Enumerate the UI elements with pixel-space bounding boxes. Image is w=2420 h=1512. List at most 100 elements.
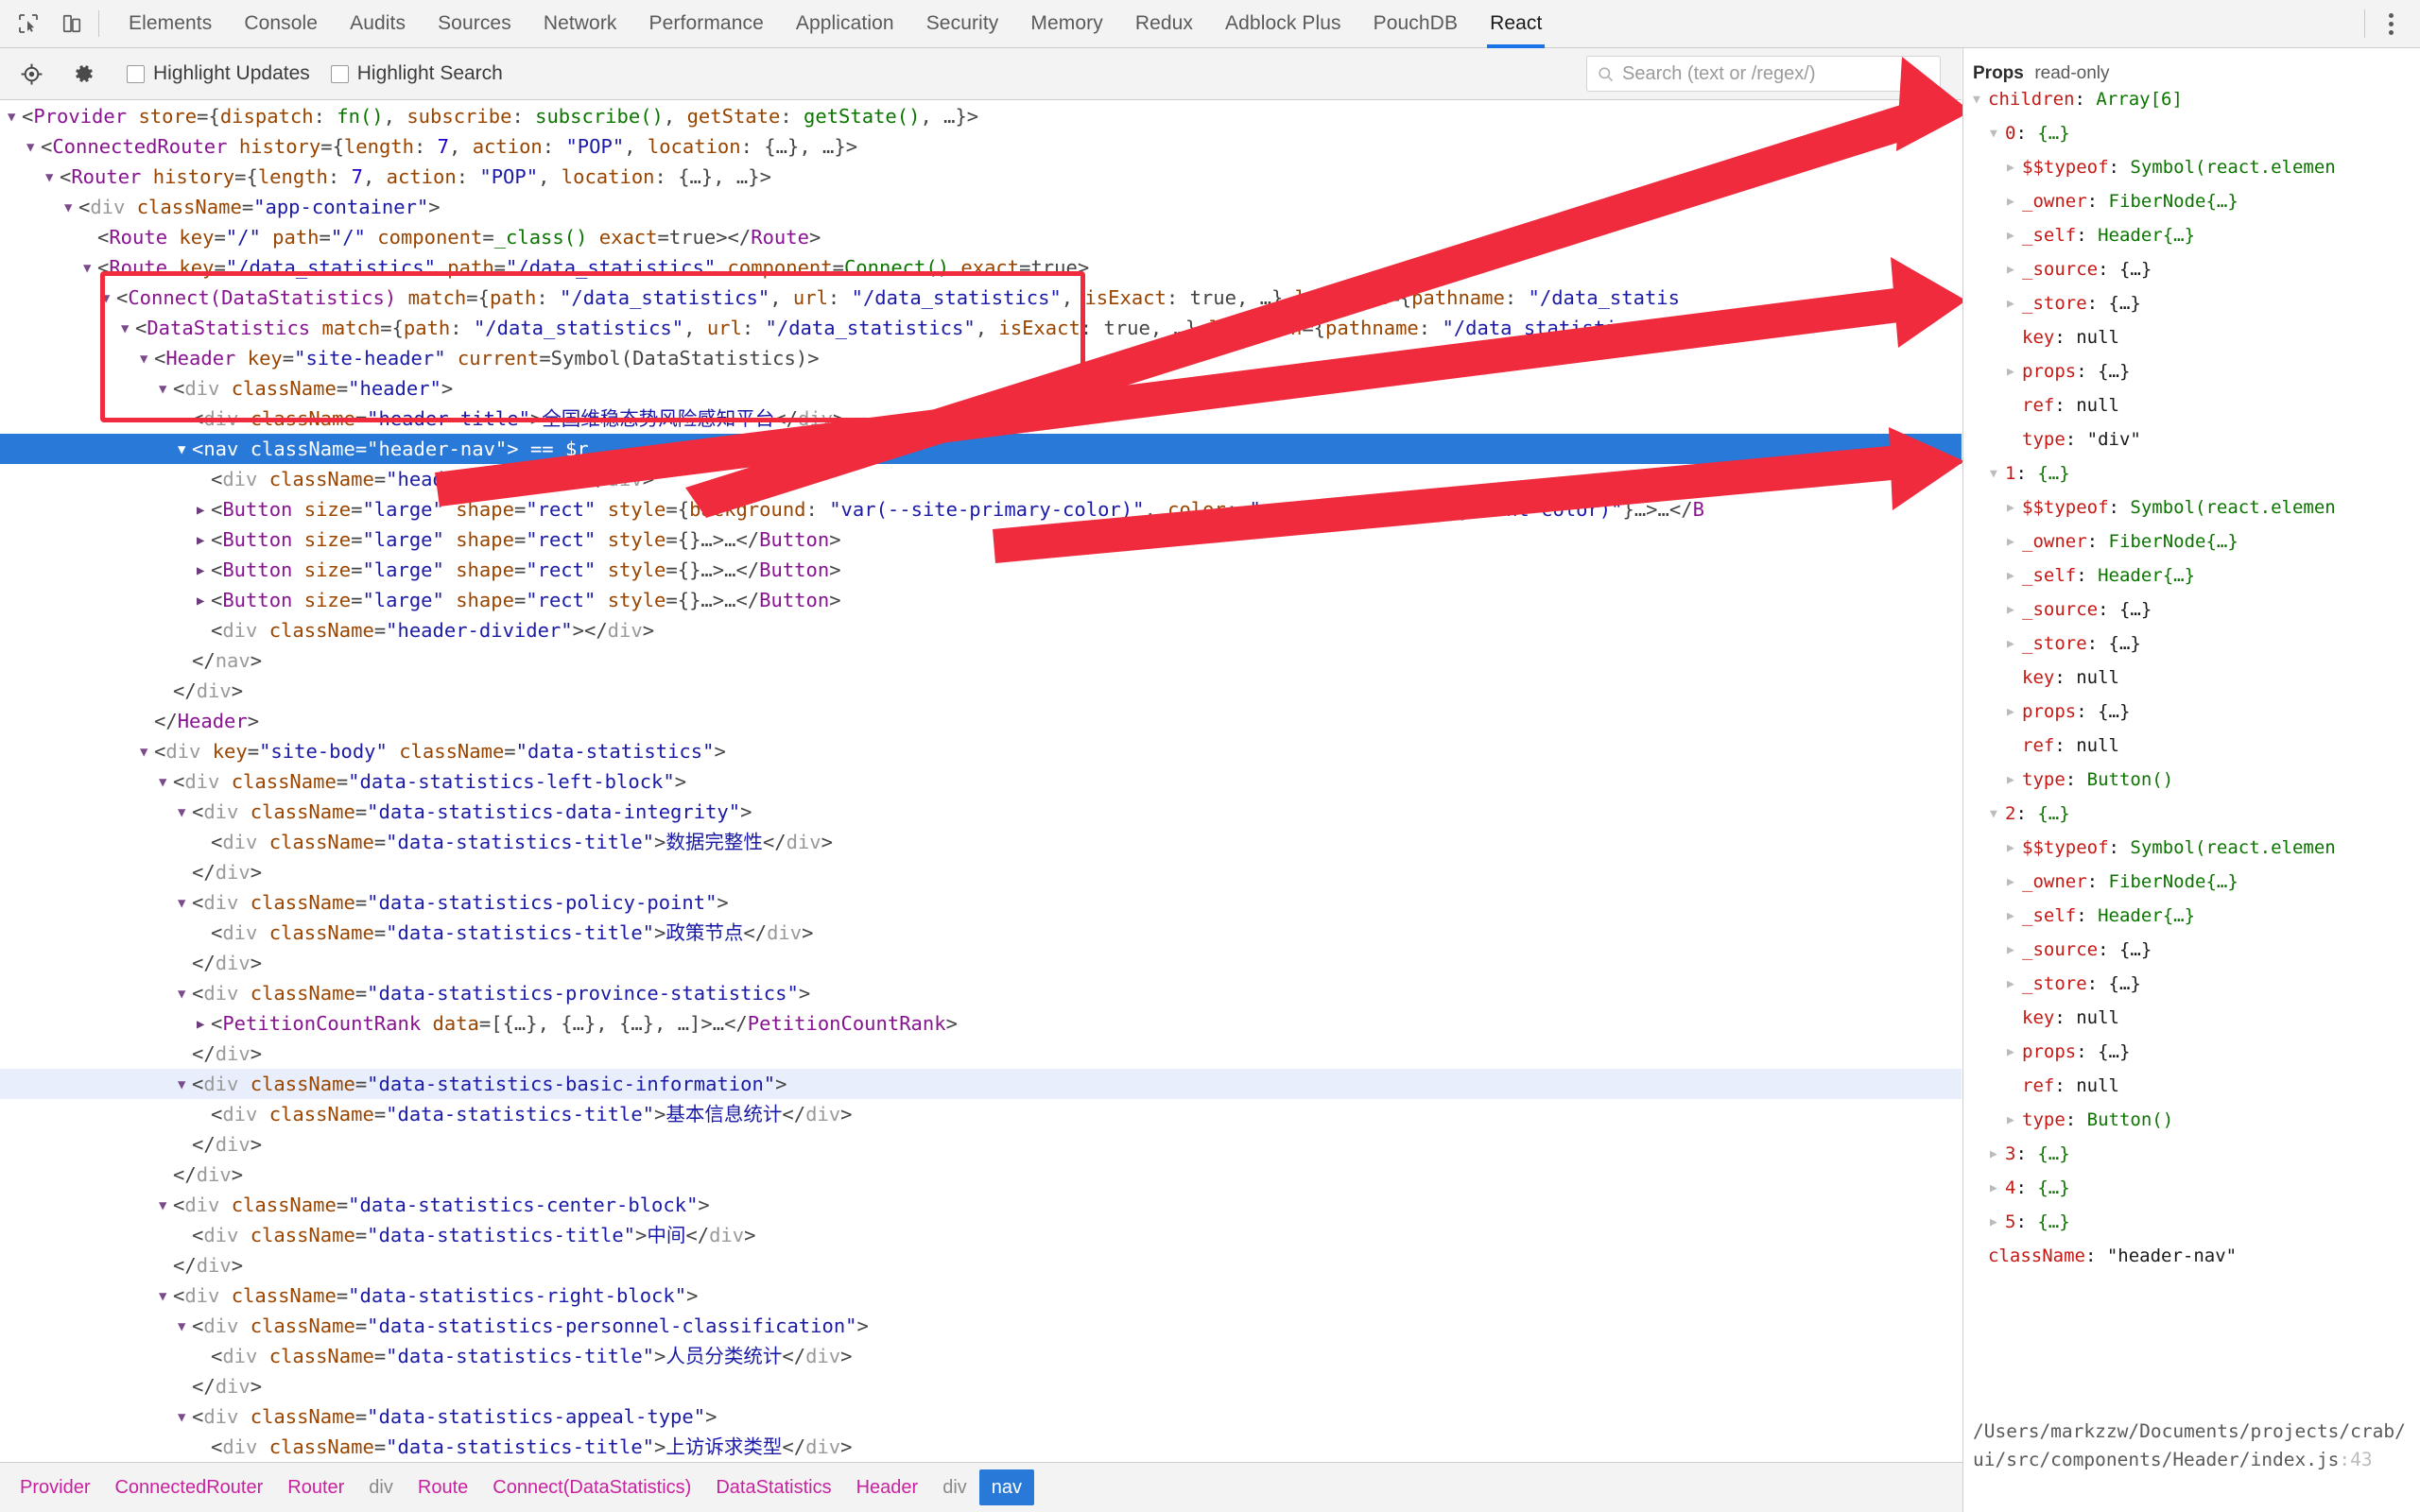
chevron-right-icon[interactable]: ▶ bbox=[2007, 968, 2022, 1002]
chevron-down-icon[interactable]: ▼ bbox=[178, 979, 192, 1009]
props-row[interactable]: ▶key: null bbox=[1963, 661, 2420, 695]
chevron-down-icon[interactable]: ▼ bbox=[178, 1312, 192, 1342]
chevron-right-icon[interactable]: ▶ bbox=[2007, 525, 2022, 559]
search-input[interactable]: Search (text or /regex/) bbox=[1586, 56, 1941, 92]
chevron-down-icon[interactable]: ▼ bbox=[64, 193, 78, 223]
breadcrumb-item-route[interactable]: Route bbox=[406, 1469, 480, 1505]
tree-row[interactable]: ▼ <div className="data-statistics-personn… bbox=[0, 1311, 1962, 1341]
props-row[interactable]: ▼ 1: {…} bbox=[1963, 456, 2420, 490]
tree-row[interactable]: ▼</div> bbox=[0, 857, 1962, 887]
chevron-down-icon[interactable]: ▼ bbox=[159, 767, 173, 798]
tree-row[interactable]: ▼ <Connect(DataStatistics) match={path: "… bbox=[0, 283, 1962, 313]
props-row[interactable]: ▼ 0: {…} bbox=[1963, 116, 2420, 150]
chevron-right-icon[interactable]: ▶ bbox=[2007, 559, 2022, 593]
chevron-down-icon[interactable]: ▼ bbox=[178, 798, 192, 828]
chevron-right-icon[interactable]: ▶ bbox=[2007, 934, 2022, 968]
more-options-icon[interactable] bbox=[2369, 2, 2412, 45]
tree-row[interactable]: ▼</div> bbox=[0, 676, 1962, 706]
chevron-right-icon[interactable]: ▶ bbox=[2007, 593, 2022, 627]
gear-icon[interactable] bbox=[62, 52, 106, 95]
props-row[interactable]: ▶ref: null bbox=[1963, 1069, 2420, 1103]
chevron-right-icon[interactable]: ▶ bbox=[2007, 627, 2022, 662]
tree-row[interactable]: ▼ <div className="app-container"> bbox=[0, 192, 1962, 222]
chevron-right-icon[interactable]: ▶ bbox=[2007, 696, 2022, 730]
tree-row[interactable]: ▼</div> bbox=[0, 1129, 1962, 1160]
chevron-down-icon[interactable]: ▼ bbox=[8, 102, 22, 132]
props-row[interactable]: ▼ 2: {…} bbox=[1963, 797, 2420, 831]
chevron-down-icon[interactable]: ▼ bbox=[178, 1070, 192, 1100]
props-row[interactable]: ▶key: null bbox=[1963, 1001, 2420, 1035]
tab-redux[interactable]: Redux bbox=[1119, 0, 1209, 48]
breadcrumb-item-nav[interactable]: nav bbox=[978, 1469, 1035, 1505]
tree-row[interactable]: ▼ <div className="data-statistics-basic-i… bbox=[0, 1069, 1962, 1099]
chevron-down-icon[interactable]: ▼ bbox=[1990, 117, 2005, 151]
tree-row[interactable]: ▶ <Button size="large" shape="rect" style… bbox=[0, 555, 1962, 585]
highlight-updates-checkbox[interactable]: Highlight Updates bbox=[127, 62, 310, 85]
breadcrumb-item-div[interactable]: div bbox=[930, 1469, 979, 1505]
tab-memory[interactable]: Memory bbox=[1014, 0, 1118, 48]
checkbox-box-highlight-updates[interactable] bbox=[127, 64, 145, 83]
chevron-down-icon[interactable]: ▼ bbox=[159, 374, 173, 404]
tree-row[interactable]: ▼<div className="data-statistics-title">… bbox=[0, 1432, 1962, 1462]
chevron-down-icon[interactable]: ▼ bbox=[140, 737, 154, 767]
highlight-search-checkbox[interactable]: Highlight Search bbox=[330, 62, 503, 85]
tree-row[interactable]: ▼<div className="data-statistics-title">… bbox=[0, 918, 1962, 948]
props-row[interactable]: ▼ children: Array[6] bbox=[1963, 82, 2420, 116]
tree-row[interactable]: ▼</nav> bbox=[0, 645, 1962, 676]
chevron-right-icon[interactable]: ▶ bbox=[197, 1009, 211, 1040]
chevron-down-icon[interactable]: ▼ bbox=[102, 284, 116, 314]
tab-application[interactable]: Application bbox=[780, 0, 910, 48]
checkbox-box-highlight-search[interactable] bbox=[330, 64, 349, 83]
tree-row[interactable]: ▼ <div className="data-statistics-data-in… bbox=[0, 797, 1962, 827]
breadcrumb-item-header[interactable]: Header bbox=[844, 1469, 931, 1505]
chevron-right-icon[interactable]: ▶ bbox=[2007, 355, 2022, 389]
tree-row[interactable]: ▼<div className="data-statistics-title">… bbox=[0, 1099, 1962, 1129]
chevron-right-icon[interactable]: ▶ bbox=[1990, 1206, 2005, 1240]
props-row[interactable]: ▶ref: null bbox=[1963, 388, 2420, 422]
chevron-right-icon[interactable]: ▶ bbox=[197, 495, 211, 525]
breadcrumb-item-provider[interactable]: Provider bbox=[8, 1469, 102, 1505]
tab-network[interactable]: Network bbox=[527, 0, 633, 48]
props-row[interactable]: ▶ _store: {…} bbox=[1963, 627, 2420, 661]
tree-row[interactable]: ▼<Route key="/" path="/" component=_clas… bbox=[0, 222, 1962, 252]
tree-row[interactable]: ▼<div className="header-title">全国维稳态势风险感… bbox=[0, 404, 1962, 434]
tree-row[interactable]: ▶ <Button size="large" shape="rect" style… bbox=[0, 524, 1962, 555]
target-icon[interactable] bbox=[9, 52, 53, 95]
chevron-down-icon[interactable]: ▼ bbox=[159, 1281, 173, 1312]
tab-pouchdb[interactable]: PouchDB bbox=[1357, 0, 1474, 48]
props-row[interactable]: ▶ 4: {…} bbox=[1963, 1171, 2420, 1205]
tree-row[interactable]: ▼ <div key="site-body" className="data-st… bbox=[0, 736, 1962, 766]
tab-performance[interactable]: Performance bbox=[633, 0, 780, 48]
tab-elements[interactable]: Elements bbox=[112, 0, 228, 48]
props-row[interactable]: ▶ $$typeof: Symbol(react.elemen bbox=[1963, 490, 2420, 524]
breadcrumb-item-connectedrouter[interactable]: ConnectedRouter bbox=[102, 1469, 275, 1505]
tree-row[interactable]: ▼ <div className="data-statistics-right-b… bbox=[0, 1280, 1962, 1311]
chevron-right-icon[interactable]: ▶ bbox=[2007, 900, 2022, 934]
props-row[interactable]: ▶ _self: Header{…} bbox=[1963, 218, 2420, 252]
props-row[interactable]: ▶ props: {…} bbox=[1963, 354, 2420, 388]
props-row[interactable]: ▶ _source: {…} bbox=[1963, 252, 2420, 286]
chevron-right-icon[interactable]: ▶ bbox=[197, 556, 211, 586]
chevron-right-icon[interactable]: ▶ bbox=[2007, 287, 2022, 321]
tab-sources[interactable]: Sources bbox=[422, 0, 527, 48]
chevron-right-icon[interactable]: ▶ bbox=[1990, 1138, 2005, 1172]
tree-row[interactable]: ▼ <div className="data-statistics-left-bl… bbox=[0, 766, 1962, 797]
tree-row[interactable]: ▶ <PetitionCountRank data=[{…}, {…}, {…},… bbox=[0, 1008, 1962, 1039]
tree-row[interactable]: ▼ <Provider store={dispatch: fn(), subscr… bbox=[0, 101, 1962, 131]
props-row[interactable]: ▶ref: null bbox=[1963, 729, 2420, 763]
chevron-down-icon[interactable]: ▼ bbox=[178, 435, 192, 465]
props-row[interactable]: ▶ $$typeof: Symbol(react.elemen bbox=[1963, 150, 2420, 184]
breadcrumb-item-connect-datastatistics-[interactable]: Connect(DataStatistics) bbox=[480, 1469, 703, 1505]
breadcrumb-item-div[interactable]: div bbox=[356, 1469, 406, 1505]
props-inspector-panel[interactable]: Props read-only ▼ children: Array[6] ▼ 0: {… bbox=[1962, 48, 2420, 1512]
tree-row[interactable]: ▼ <DataStatistics match={path: "/data_sta… bbox=[0, 313, 1962, 343]
tree-row[interactable]: ▶ <Button size="large" shape="rect" style… bbox=[0, 585, 1962, 615]
props-row[interactable]: ▶ 5: {…} bbox=[1963, 1205, 2420, 1239]
breadcrumb-item-datastatistics[interactable]: DataStatistics bbox=[703, 1469, 843, 1505]
chevron-down-icon[interactable]: ▼ bbox=[121, 314, 135, 344]
chevron-right-icon[interactable]: ▶ bbox=[2007, 253, 2022, 287]
tree-row[interactable]: ▼<div className="header-divider"></div> bbox=[0, 615, 1962, 645]
source-file-path[interactable]: /Users/markzzw/Documents/projects/crab/u… bbox=[1973, 1418, 2408, 1474]
props-row[interactable]: ▶ _source: {…} bbox=[1963, 593, 2420, 627]
tab-console[interactable]: Console bbox=[228, 0, 334, 48]
